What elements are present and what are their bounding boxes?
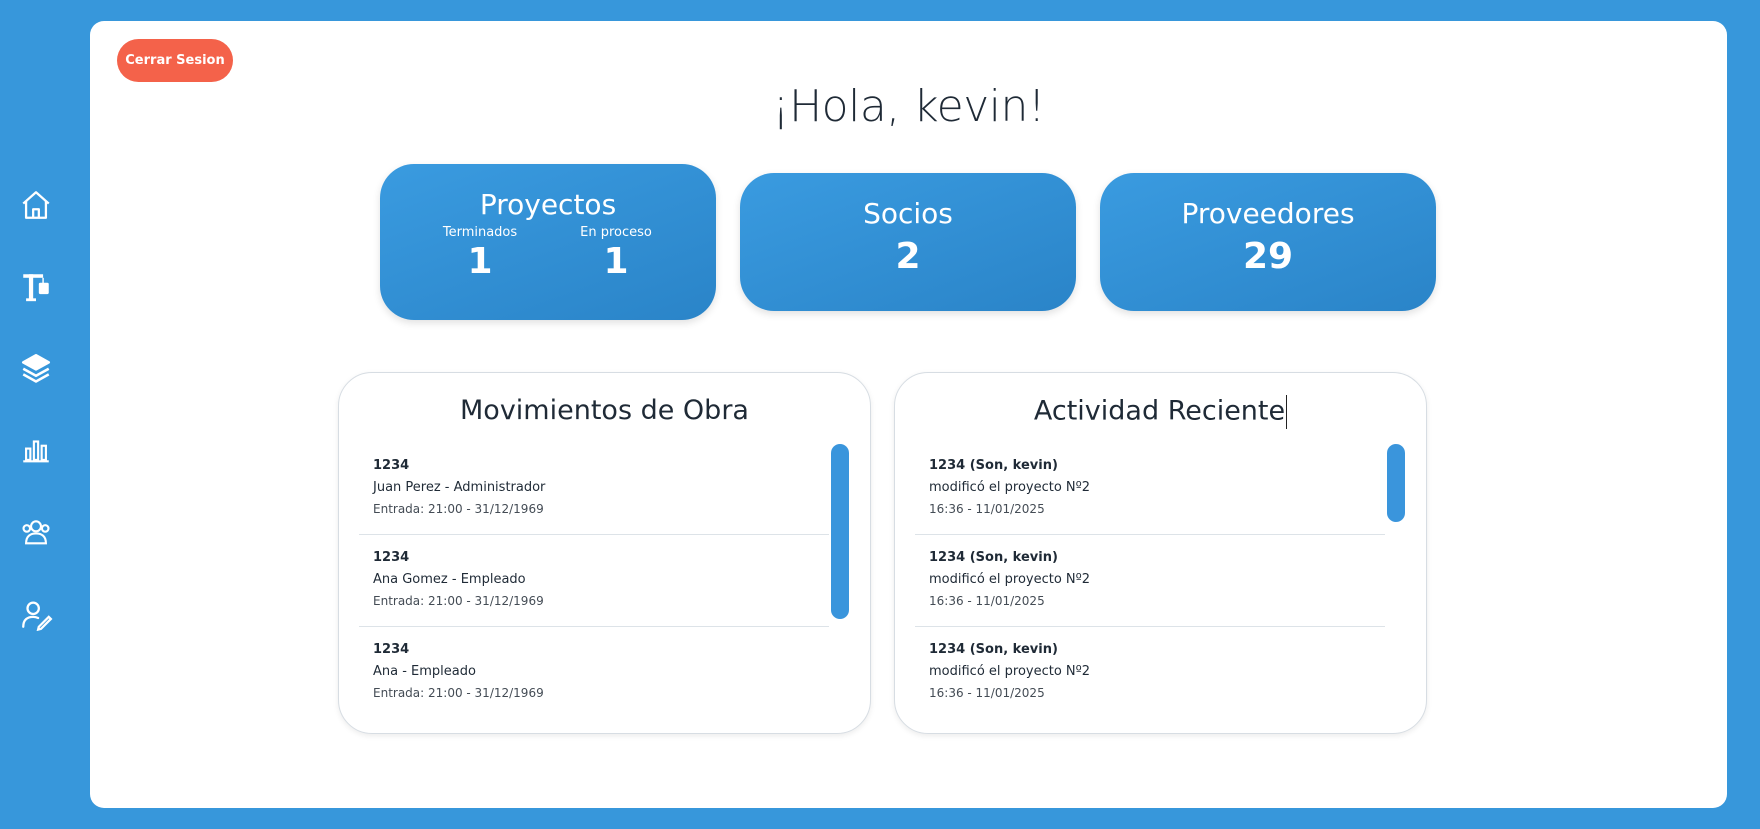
movement-id: 1234 xyxy=(373,550,410,565)
partners-card-title: Socios xyxy=(863,197,953,230)
greeting-title: ¡Hola, kevin! xyxy=(771,81,1046,132)
list-item[interactable]: 1234 Juan Perez - Administrador Entrada:… xyxy=(359,443,829,535)
activity-time: 16:36 - 11/01/2025 xyxy=(929,594,1045,608)
layers-icon xyxy=(21,353,51,383)
activity-time: 16:36 - 11/01/2025 xyxy=(929,502,1045,516)
projects-in-progress-value: 1 xyxy=(603,241,629,282)
list-item[interactable]: 1234 (Son, kevin) modificó el proyecto N… xyxy=(915,627,1385,719)
list-item[interactable]: 1234 (Son, kevin) modificó el proyecto N… xyxy=(915,535,1385,627)
movement-person: Juan Perez - Administrador xyxy=(373,480,546,495)
movement-person: Ana - Empleado xyxy=(373,664,476,679)
activity-id: 1234 (Son, kevin) xyxy=(929,458,1058,473)
activity-desc: modificó el proyecto Nº2 xyxy=(929,572,1091,587)
logout-button[interactable]: Cerrar Sesion xyxy=(117,39,233,82)
home-icon xyxy=(22,191,50,219)
projects-finished-value: 1 xyxy=(467,241,493,282)
crane-icon xyxy=(23,274,49,302)
movements-panel: Movimientos de Obra 1234 Juan Perez - Ad… xyxy=(338,372,871,734)
list-item[interactable]: 1234 (Son, kevin) modificó el proyecto N… xyxy=(915,443,1385,535)
activity-panel-title-text: Actividad Reciente xyxy=(1033,395,1286,427)
nav-layers[interactable] xyxy=(16,348,56,388)
nav-reports[interactable] xyxy=(16,430,56,470)
nav-users[interactable] xyxy=(16,512,56,552)
projects-in-progress-label: En proceso xyxy=(580,225,652,240)
movements-scrollbar[interactable] xyxy=(831,444,849,619)
activity-id: 1234 (Son, kevin) xyxy=(929,550,1058,565)
nav-profile-edit[interactable] xyxy=(16,594,56,634)
projects-finished: Terminados 1 xyxy=(425,225,535,284)
projects-in-progress: En proceso 1 xyxy=(561,225,671,284)
movement-person: Ana Gomez - Empleado xyxy=(373,572,526,587)
projects-breakdown: Terminados 1 En proceso 1 xyxy=(380,225,716,284)
activity-time: 16:36 - 11/01/2025 xyxy=(929,686,1045,700)
activity-list[interactable]: 1234 (Son, kevin) modificó el proyecto N… xyxy=(915,443,1385,719)
list-item[interactable]: 1234 Ana - Empleado Entrada: 21:00 - 31/… xyxy=(359,627,829,719)
bar-chart-icon xyxy=(23,440,49,463)
movements-list[interactable]: 1234 Juan Perez - Administrador Entrada:… xyxy=(359,443,829,719)
users-icon xyxy=(22,520,50,545)
main-content: Cerrar Sesion ¡Hola, kevin! Proyectos Te… xyxy=(90,21,1727,808)
nav-home[interactable] xyxy=(16,185,56,225)
activity-id: 1234 (Son, kevin) xyxy=(929,642,1058,657)
suppliers-card-value: 29 xyxy=(1242,236,1294,277)
movements-panel-title: Movimientos de Obra xyxy=(460,395,749,426)
suppliers-card[interactable]: Proveedores 29 xyxy=(1100,173,1436,311)
projects-card[interactable]: Proyectos Terminados 1 En proceso 1 xyxy=(380,164,716,320)
projects-finished-label: Terminados xyxy=(442,225,518,240)
projects-card-title: Proyectos xyxy=(479,188,617,221)
list-item[interactable]: 1234 Ana Gomez - Empleado Entrada: 21:00… xyxy=(359,535,829,627)
activity-desc: modificó el proyecto Nº2 xyxy=(929,480,1091,495)
text-caret xyxy=(1286,395,1288,429)
activity-scrollbar[interactable] xyxy=(1387,444,1405,522)
partners-card-value: 2 xyxy=(895,236,921,277)
partners-card[interactable]: Socios 2 xyxy=(740,173,1076,311)
sidebar xyxy=(0,0,90,829)
movement-id: 1234 xyxy=(373,642,410,657)
movement-id: 1234 xyxy=(373,458,410,473)
suppliers-card-title: Proveedores xyxy=(1181,197,1355,230)
activity-panel: Actividad Reciente 1234 (Son, kevin) mod… xyxy=(894,372,1427,734)
movement-time: Entrada: 21:00 - 31/12/1969 xyxy=(373,686,544,700)
movement-time: Entrada: 21:00 - 31/12/1969 xyxy=(373,502,544,516)
nav-construction[interactable] xyxy=(16,267,56,307)
activity-panel-title: Actividad Reciente xyxy=(895,395,1426,429)
movement-time: Entrada: 21:00 - 31/12/1969 xyxy=(373,594,544,608)
activity-desc: modificó el proyecto Nº2 xyxy=(929,664,1091,679)
user-edit-icon xyxy=(22,601,53,631)
